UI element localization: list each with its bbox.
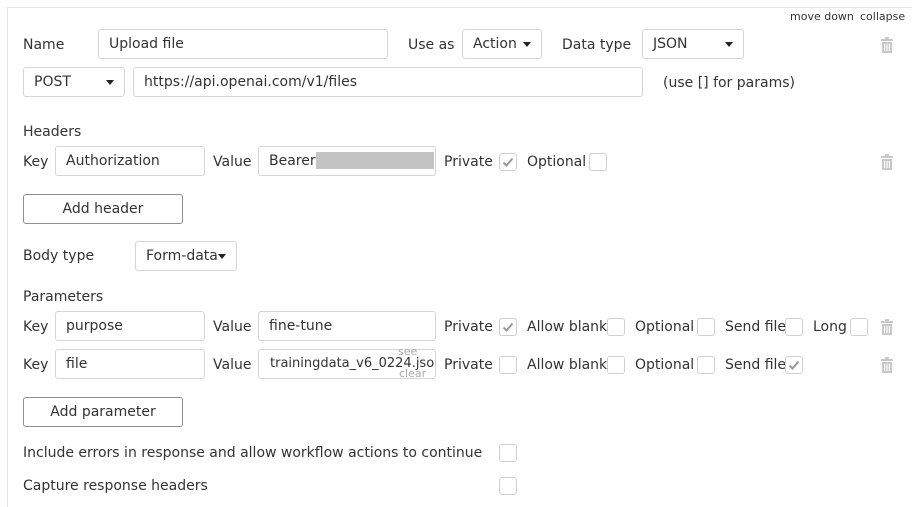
header-private-checkbox[interactable] (499, 153, 517, 171)
header-private-label: Private (444, 154, 493, 170)
use-as-dropdown[interactable]: Action (462, 29, 542, 59)
capture-headers-checkbox[interactable] (499, 477, 517, 495)
chevron-down-icon (523, 42, 531, 47)
param-long-label: Long (813, 319, 847, 335)
method-value: POST (34, 74, 71, 90)
param-value-input[interactable]: fine-tune (258, 311, 436, 341)
param-send-file-label: Send file (725, 319, 787, 335)
check-icon (788, 360, 800, 370)
collapse-link[interactable]: collapse (860, 10, 905, 23)
data-type-value: JSON (653, 36, 688, 52)
param-key-input[interactable]: file (55, 349, 205, 379)
param-private-label: Private (444, 319, 493, 335)
param-value-label: Value (213, 319, 252, 335)
add-parameter-button[interactable]: Add parameter (23, 397, 183, 427)
url-hint: (use [] for params) (663, 75, 795, 91)
param-private-checkbox[interactable] (499, 356, 517, 374)
param-send-file-checkbox[interactable] (785, 356, 803, 374)
use-as-value: Action (473, 36, 517, 52)
param-key-input[interactable]: purpose (55, 311, 205, 341)
header-value-text: Bearer (269, 153, 316, 169)
capture-headers-label: Capture response headers (23, 478, 208, 494)
chevron-down-icon (106, 80, 114, 85)
include-errors-label: Include errors in response and allow wor… (23, 445, 483, 461)
include-errors-checkbox[interactable] (499, 444, 517, 462)
param-send-file-label: Send file (725, 357, 787, 373)
check-icon (502, 322, 514, 332)
header-key-label: Key (23, 154, 49, 170)
body-type-value: Form-data (146, 248, 218, 264)
param-key-label: Key (23, 357, 49, 373)
chevron-down-icon (725, 42, 733, 47)
param-allow-blank-checkbox[interactable] (607, 356, 625, 374)
move-down-link[interactable]: move down (790, 10, 854, 23)
redacted-token (316, 152, 434, 169)
param-allow-blank-checkbox[interactable] (607, 318, 625, 336)
see-link[interactable]: see (398, 346, 417, 358)
use-as-label: Use as (408, 37, 455, 53)
trash-icon[interactable] (880, 154, 894, 170)
trash-icon[interactable] (880, 37, 894, 53)
param-optional-checkbox[interactable] (697, 356, 715, 374)
param-allow-blank-label: Allow blank (527, 357, 608, 373)
name-input[interactable]: Upload file (98, 29, 388, 59)
parameters-title: Parameters (23, 289, 104, 305)
data-type-label: Data type (562, 37, 632, 53)
param-optional-label: Optional (635, 319, 695, 335)
method-dropdown[interactable]: POST (23, 67, 125, 97)
param-allow-blank-label: Allow blank (527, 319, 608, 335)
header-key-input[interactable]: Authorization (55, 146, 205, 176)
url-input[interactable]: https://api.openai.com/v1/files (133, 67, 643, 97)
headers-title: Headers (23, 124, 82, 140)
name-label: Name (23, 37, 65, 53)
param-optional-label: Optional (635, 357, 695, 373)
param-long-checkbox[interactable] (850, 318, 868, 336)
data-type-dropdown[interactable]: JSON (642, 29, 744, 59)
param-key-label: Key (23, 319, 49, 335)
trash-icon[interactable] (880, 357, 894, 373)
header-optional-checkbox[interactable] (589, 153, 607, 171)
trash-icon[interactable] (880, 319, 894, 335)
body-type-label: Body type (23, 248, 95, 264)
param-private-checkbox[interactable] (499, 318, 517, 336)
add-header-button[interactable]: Add header (23, 194, 183, 224)
param-value-label: Value (213, 357, 252, 373)
param-send-file-checkbox[interactable] (785, 318, 803, 336)
chevron-down-icon (218, 254, 226, 259)
body-type-dropdown[interactable]: Form-data (135, 241, 237, 271)
clear-link[interactable]: clear (399, 368, 426, 380)
header-value-label: Value (213, 154, 252, 170)
param-optional-checkbox[interactable] (697, 318, 715, 336)
header-optional-label: Optional (527, 154, 587, 170)
check-icon (502, 157, 514, 167)
param-private-label: Private (444, 357, 493, 373)
